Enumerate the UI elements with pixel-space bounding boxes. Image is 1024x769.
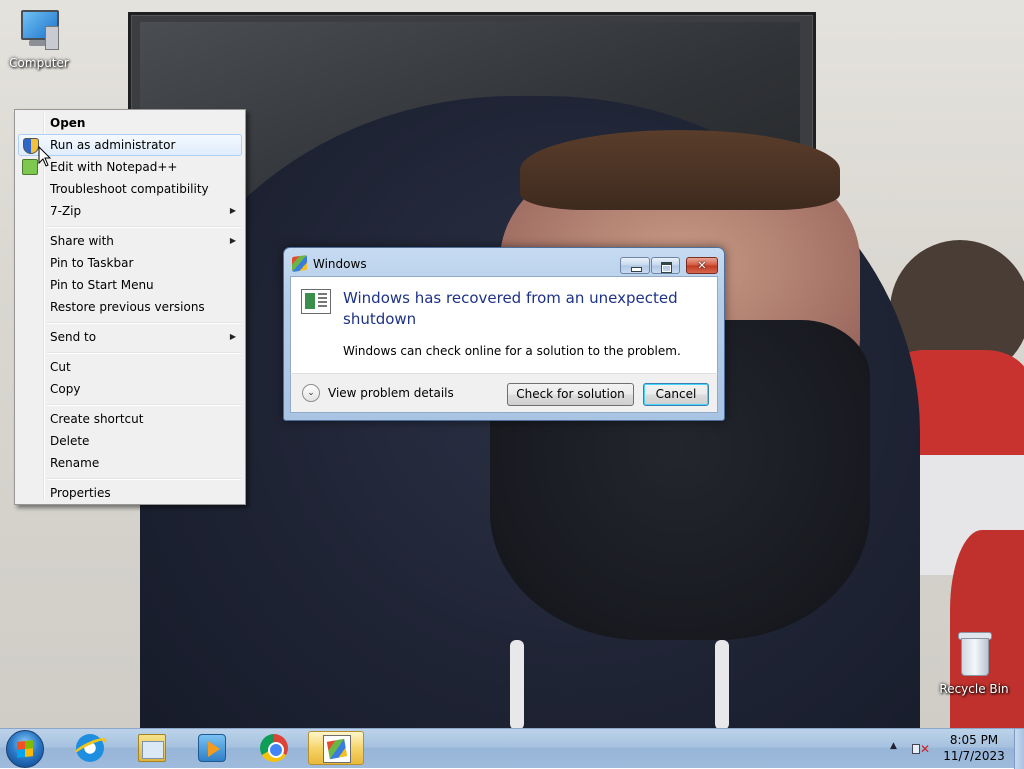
clock-date: 11/7/2023 <box>943 749 1005 763</box>
menu-item-label: Open <box>50 116 86 130</box>
file-explorer-icon <box>138 734 166 762</box>
desktop-icon-label: Computer <box>9 56 69 70</box>
close-button[interactable]: ✕ <box>686 257 718 274</box>
wallpaper-hood-cord-right <box>715 640 729 728</box>
dialog-message: Windows can check online for a solution … <box>343 344 681 358</box>
menu-item-label: Create shortcut <box>50 412 144 426</box>
taskbar: ▲ ✕ 8:05 PM 11/7/2023 <box>0 728 1024 769</box>
menu-item-label: Pin to Taskbar <box>50 256 134 270</box>
menu-separator <box>47 226 241 228</box>
taskbar-button-chrome[interactable] <box>246 731 302 765</box>
chevron-down-icon[interactable]: ⌄ <box>302 384 320 402</box>
menu-item-cut[interactable]: Cut <box>18 356 242 378</box>
recycle-bin-icon <box>956 630 992 678</box>
wallpaper-red-shirt-lower <box>950 530 1024 728</box>
desktop-icon-recycle-bin[interactable]: Recycle Bin <box>938 630 1010 696</box>
recovery-dialog: Windows ✕ Windows has recovered from an … <box>283 247 725 421</box>
menu-item-label: Delete <box>50 434 90 448</box>
check-for-solution-button[interactable]: Check for solution <box>507 383 634 406</box>
wallpaper-hair <box>520 130 840 210</box>
maximize-button[interactable] <box>651 257 680 274</box>
menu-item-restore-previous-versions[interactable]: Restore previous versions <box>18 296 242 318</box>
menu-item-label: Troubleshoot compatibility <box>50 182 209 196</box>
media-player-icon <box>198 734 226 762</box>
dialog-content: Windows has recovered from an unexpected… <box>290 276 718 374</box>
taskbar-button-internet-explorer[interactable] <box>62 731 118 765</box>
internet-explorer-icon <box>76 734 104 762</box>
volume-muted-icon[interactable]: ✕ <box>910 739 930 759</box>
muted-x-icon: ✕ <box>920 742 931 756</box>
menu-item-send-to[interactable]: Send to ▶ <box>18 326 242 348</box>
close-icon: ✕ <box>697 259 707 272</box>
show-hidden-icons-button[interactable]: ▲ <box>890 741 897 751</box>
submenu-arrow-icon: ▶ <box>229 236 236 245</box>
windows-app-icon <box>292 254 307 273</box>
submenu-arrow-icon: ▶ <box>229 206 236 215</box>
start-button[interactable] <box>6 730 44 768</box>
menu-item-copy[interactable]: Copy <box>18 378 242 400</box>
chrome-icon <box>260 734 288 762</box>
menu-item-label: Edit with Notepad++ <box>50 160 178 174</box>
minimize-icon <box>631 267 642 272</box>
taskbar-button-file-explorer[interactable] <box>124 731 180 765</box>
taskbar-button-windows-dialog[interactable] <box>308 731 364 765</box>
menu-item-rename[interactable]: Rename <box>18 452 242 474</box>
menu-item-create-shortcut[interactable]: Create shortcut <box>18 408 242 430</box>
menu-item-label: Cut <box>50 360 71 374</box>
menu-item-label: Share with <box>50 234 114 248</box>
menu-item-delete[interactable]: Delete <box>18 430 242 452</box>
menu-item-label: Rename <box>50 456 100 470</box>
menu-item-label: Copy <box>50 382 81 396</box>
dialog-heading: Windows has recovered from an unexpected… <box>343 289 678 328</box>
windows-dialog-icon <box>323 735 351 763</box>
menu-separator <box>47 322 241 324</box>
windows-logo-icon <box>17 740 33 758</box>
cancel-button[interactable]: Cancel <box>643 383 709 406</box>
menu-item-pin-to-start-menu[interactable]: Pin to Start Menu <box>18 274 242 296</box>
menu-item-label: 7-Zip <box>50 204 82 218</box>
uac-shield-icon <box>23 138 39 154</box>
taskbar-button-media-player[interactable] <box>184 731 240 765</box>
menu-item-label: Properties <box>50 486 111 500</box>
menu-item-label: Pin to Start Menu <box>50 278 154 292</box>
menu-separator <box>47 404 241 406</box>
menu-item-share-with[interactable]: Share with ▶ <box>18 230 242 252</box>
menu-separator <box>47 478 241 480</box>
context-menu: Open Run as administrator Edit with Note… <box>14 109 246 505</box>
desktop-icon-label: Recycle Bin <box>939 682 1009 696</box>
menu-item-label: Restore previous versions <box>50 300 205 314</box>
menu-item-label: Run as administrator <box>50 138 176 152</box>
system-clock[interactable]: 8:05 PM 11/7/2023 <box>936 732 1012 764</box>
minimize-button[interactable] <box>620 257 650 274</box>
notepadpp-icon <box>22 159 38 175</box>
menu-item-label: Send to <box>50 330 97 344</box>
clock-time: 8:05 PM <box>949 733 999 747</box>
dialog-titlebar[interactable]: Windows ✕ <box>284 248 724 276</box>
menu-item-open[interactable]: Open <box>18 112 242 134</box>
view-problem-details-link[interactable]: View problem details <box>328 386 454 400</box>
dialog-title: Windows <box>313 257 367 271</box>
submenu-arrow-icon: ▶ <box>229 332 236 341</box>
computer-icon <box>17 8 61 52</box>
menu-item-pin-to-taskbar[interactable]: Pin to Taskbar <box>18 252 242 274</box>
dialog-footer: ⌄ View problem details Check for solutio… <box>290 373 718 413</box>
menu-item-properties[interactable]: Properties <box>18 482 242 504</box>
menu-separator <box>47 352 241 354</box>
show-desktop-button[interactable] <box>1014 729 1024 769</box>
menu-item-7zip[interactable]: 7-Zip ▶ <box>18 200 242 222</box>
problem-report-icon <box>301 289 331 314</box>
maximize-icon <box>661 262 672 273</box>
desktop-icon-computer[interactable]: Computer <box>3 8 75 70</box>
wallpaper-hood-cord-left <box>510 640 524 728</box>
menu-item-troubleshoot-compatibility[interactable]: Troubleshoot compatibility <box>18 178 242 200</box>
